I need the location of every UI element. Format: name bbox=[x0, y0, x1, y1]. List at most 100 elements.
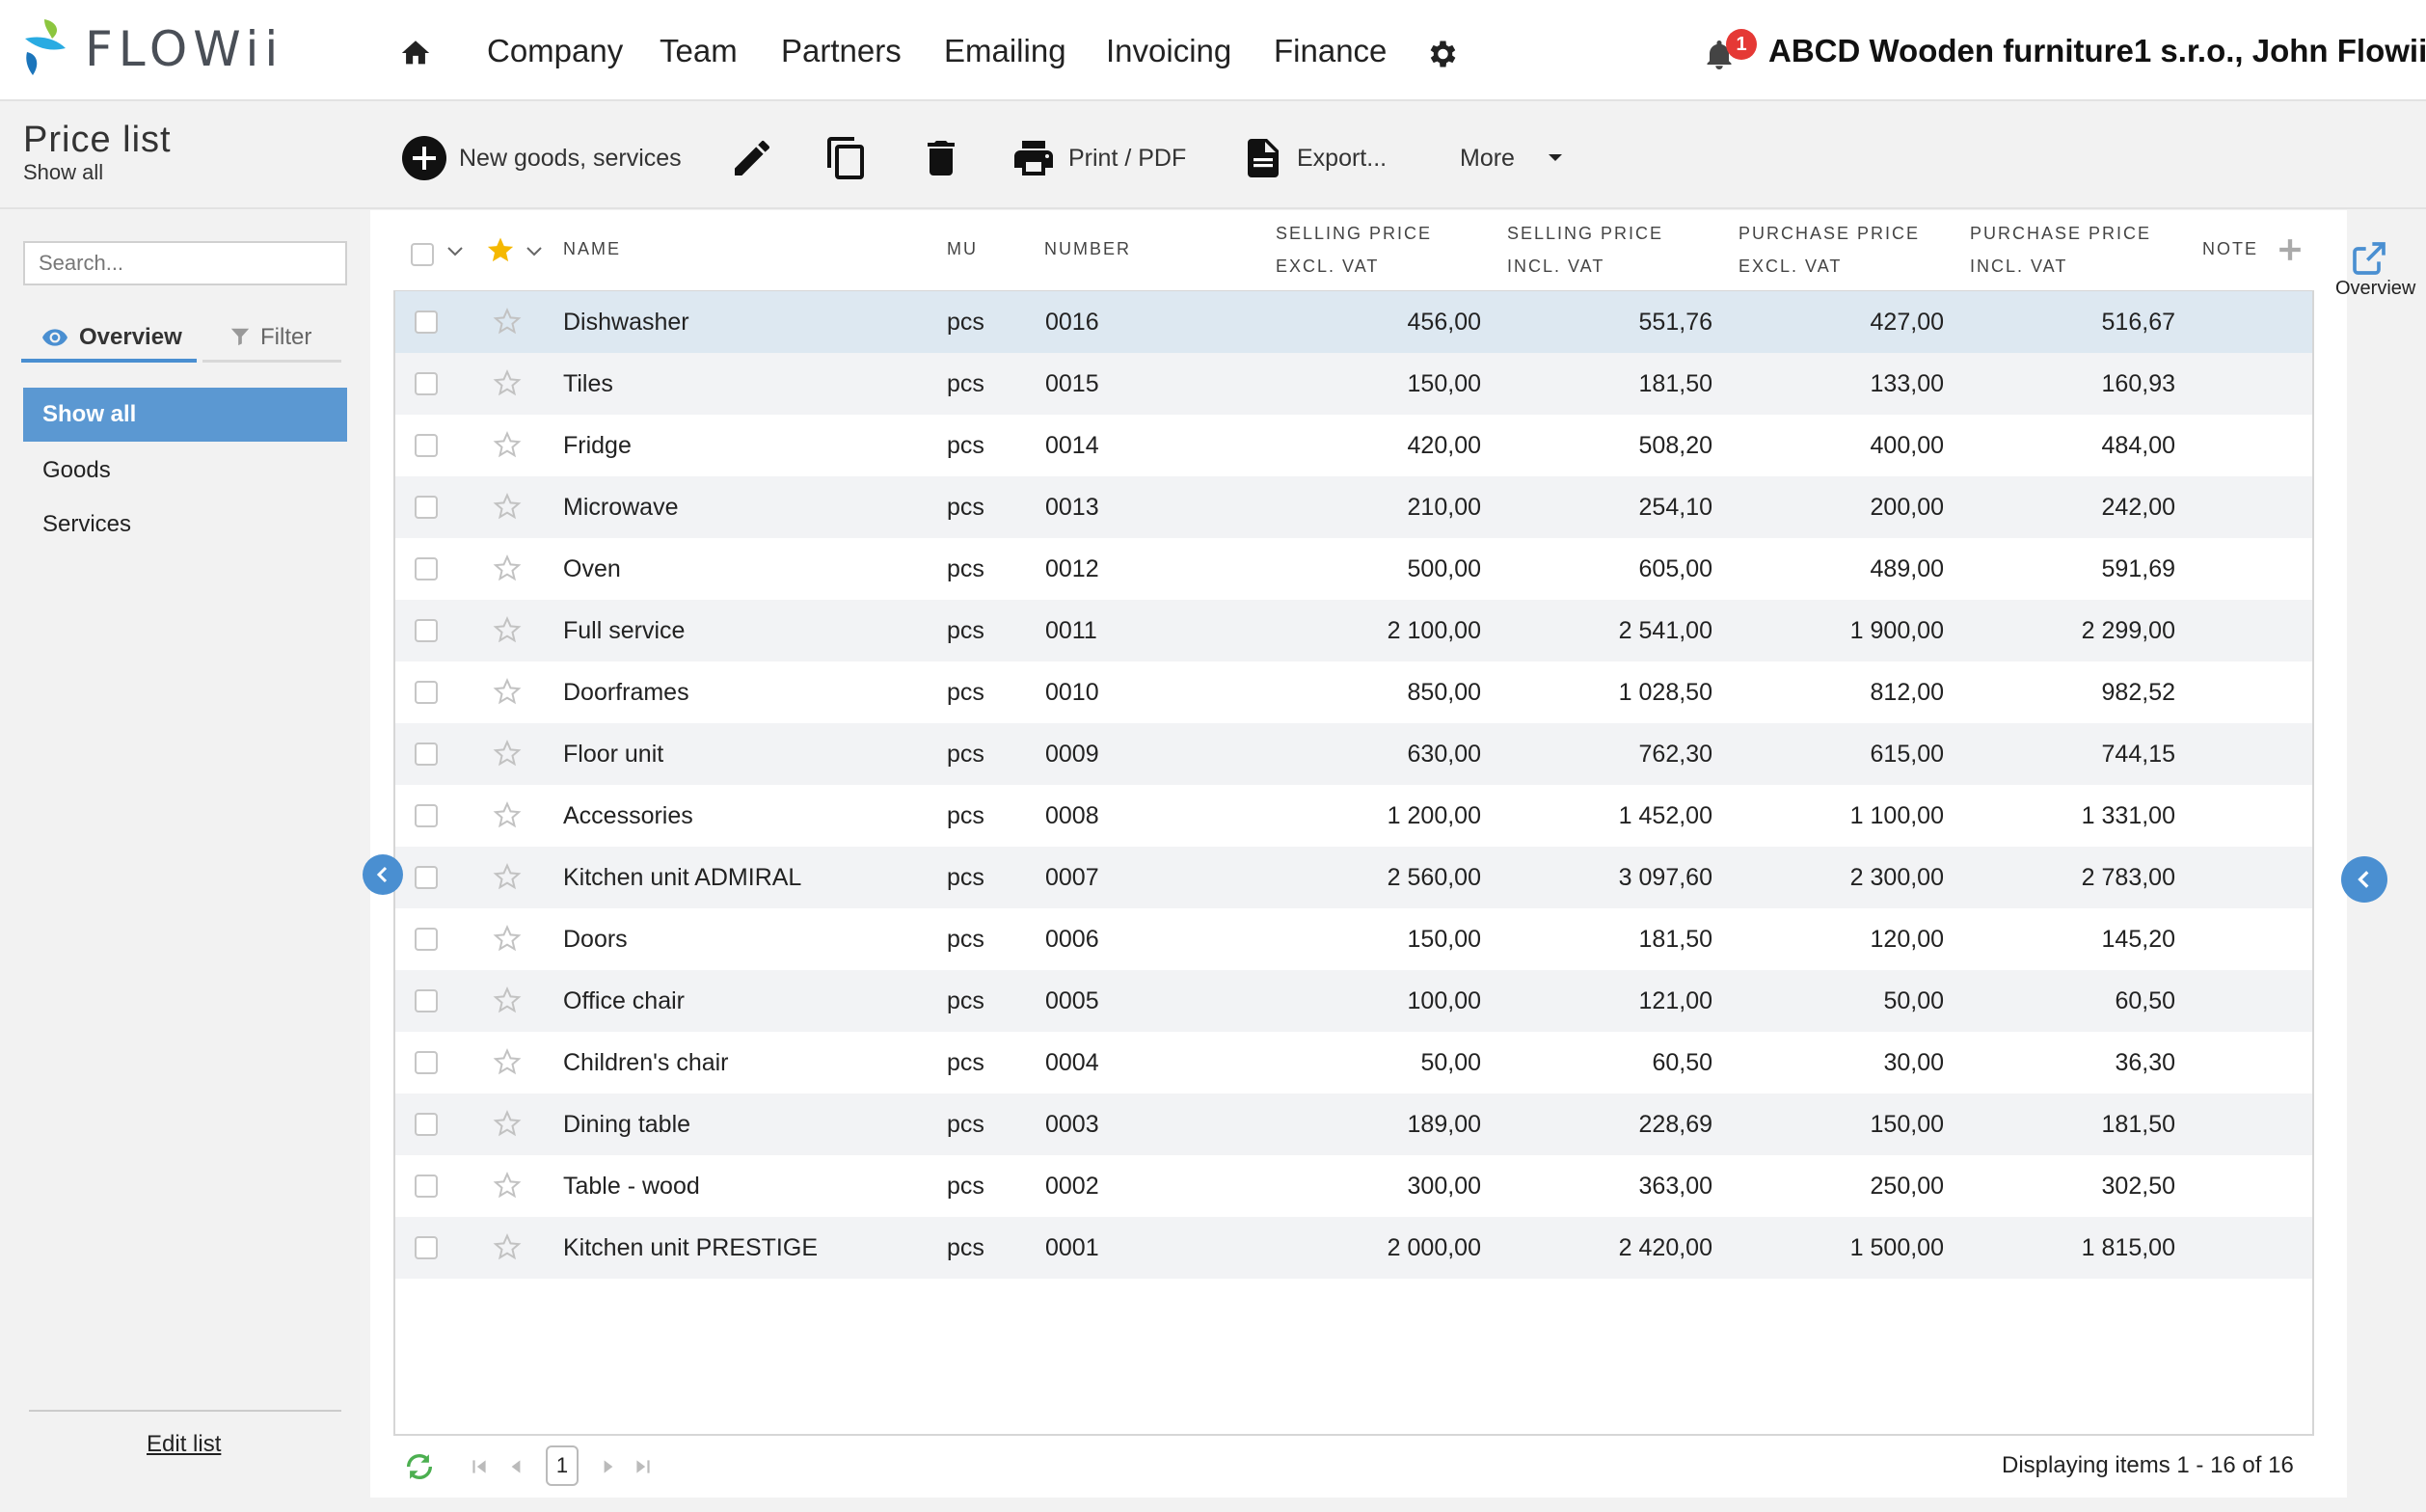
sidebar-item-goods[interactable]: Goods bbox=[42, 457, 111, 484]
star-outline-icon[interactable] bbox=[493, 924, 522, 953]
tab-filter[interactable]: Filter bbox=[202, 318, 341, 363]
star-outline-icon[interactable] bbox=[493, 986, 522, 1014]
table-row[interactable]: Full service pcs 0011 2 100,00 2 541,00 1 900… bbox=[395, 600, 2312, 662]
table-row[interactable]: Accessories pcs 0008 1 200,00 1 452,00 1 100,… bbox=[395, 785, 2312, 847]
sidebar-item-show-all[interactable]: Show all bbox=[23, 388, 347, 442]
expand-panel-button[interactable] bbox=[2341, 856, 2387, 903]
tab-overview[interactable]: Overview bbox=[21, 318, 197, 363]
table-row[interactable]: Doorframes pcs 0010 850,00 1 028,50 812,00 982… bbox=[395, 662, 2312, 723]
sidebar-item-services[interactable]: Services bbox=[42, 511, 131, 538]
row-checkbox[interactable] bbox=[415, 866, 438, 889]
table-row[interactable]: Kitchen unit ADMIRAL pcs 0007 2 560,00 3 097… bbox=[395, 847, 2312, 908]
overview-link[interactable]: Overview bbox=[2335, 278, 2415, 300]
chevron-down-icon[interactable] bbox=[526, 247, 542, 256]
cell-number: 0002 bbox=[1045, 1173, 1099, 1200]
star-outline-icon[interactable] bbox=[493, 554, 522, 582]
row-checkbox[interactable] bbox=[415, 619, 438, 642]
page-number-input[interactable]: 1 bbox=[546, 1445, 579, 1486]
column-header-purchase-price[interactable]: PURCHASE PRICE bbox=[1739, 224, 1920, 244]
star-outline-icon[interactable] bbox=[493, 492, 522, 521]
row-checkbox[interactable] bbox=[415, 1236, 438, 1259]
table-row[interactable]: Fridge pcs 0014 420,00 508,20 400,00 484,00 bbox=[395, 415, 2312, 476]
nav-emailing[interactable]: Emailing bbox=[944, 33, 1066, 69]
table-row[interactable]: Doors pcs 0006 150,00 181,50 120,00 145,20 bbox=[395, 908, 2312, 970]
select-all-checkbox[interactable] bbox=[411, 243, 434, 266]
star-outline-icon[interactable] bbox=[493, 862, 522, 891]
star-outline-icon[interactable] bbox=[493, 1109, 522, 1138]
column-header-note[interactable]: NOTE bbox=[2202, 239, 2258, 259]
row-checkbox[interactable] bbox=[415, 989, 438, 1012]
row-checkbox[interactable] bbox=[415, 681, 438, 704]
nav-company[interactable]: Company bbox=[487, 33, 623, 69]
row-checkbox[interactable] bbox=[415, 1051, 438, 1074]
edit-pencil-icon[interactable] bbox=[729, 135, 775, 181]
star-outline-icon[interactable] bbox=[493, 800, 522, 829]
table-row[interactable]: Floor unit pcs 0009 630,00 762,30 615,00 744,1… bbox=[395, 723, 2312, 785]
add-column-plus-icon[interactable] bbox=[2278, 237, 2303, 262]
row-checkbox[interactable] bbox=[415, 310, 438, 334]
row-checkbox[interactable] bbox=[415, 372, 438, 395]
table-row[interactable]: Kitchen unit PRESTIGE pcs 0001 2 000,00 2 42… bbox=[395, 1217, 2312, 1279]
star-outline-icon[interactable] bbox=[493, 1171, 522, 1200]
row-checkbox[interactable] bbox=[415, 928, 438, 951]
print-pdf-button[interactable]: Print / PDF bbox=[1068, 145, 1186, 173]
star-outline-icon[interactable] bbox=[493, 307, 522, 336]
export-button[interactable]: Export... bbox=[1297, 145, 1387, 173]
more-button[interactable]: More bbox=[1460, 145, 1515, 173]
external-link-icon[interactable] bbox=[2349, 239, 2389, 278]
add-circle-icon[interactable] bbox=[401, 135, 447, 181]
nav-partners[interactable]: Partners bbox=[781, 33, 902, 69]
nav-finance[interactable]: Finance bbox=[1274, 33, 1387, 69]
row-checkbox[interactable] bbox=[415, 496, 438, 519]
chevron-down-icon[interactable] bbox=[1547, 152, 1564, 164]
table-row[interactable]: Office chair pcs 0005 100,00 121,00 50,00 60,5… bbox=[395, 970, 2312, 1032]
row-checkbox[interactable] bbox=[415, 742, 438, 766]
row-checkbox[interactable] bbox=[415, 1174, 438, 1198]
star-outline-icon[interactable] bbox=[493, 615, 522, 644]
row-checkbox[interactable] bbox=[415, 804, 438, 827]
last-page-icon[interactable] bbox=[633, 1456, 654, 1477]
column-header-purchase-price-incl[interactable]: PURCHASE PRICE bbox=[1970, 224, 2151, 244]
home-icon[interactable] bbox=[398, 37, 433, 69]
table-row[interactable]: Tiles pcs 0015 150,00 181,50 133,00 160,93 bbox=[395, 353, 2312, 415]
table-row[interactable]: Dining table pcs 0003 189,00 228,69 150,00 181… bbox=[395, 1094, 2312, 1155]
star-outline-icon[interactable] bbox=[493, 739, 522, 768]
nav-invoicing[interactable]: Invoicing bbox=[1106, 33, 1231, 69]
column-header-name[interactable]: NAME bbox=[563, 239, 621, 259]
export-xls-icon[interactable] bbox=[1240, 135, 1286, 181]
row-checkbox[interactable] bbox=[415, 557, 438, 580]
refresh-icon[interactable] bbox=[403, 1450, 436, 1483]
table-row[interactable]: Microwave pcs 0013 210,00 254,10 200,00 242,00 bbox=[395, 476, 2312, 538]
print-icon[interactable] bbox=[1011, 135, 1057, 181]
new-goods-button[interactable]: New goods, services bbox=[459, 145, 682, 173]
copy-icon[interactable] bbox=[823, 135, 870, 181]
star-filled-icon[interactable] bbox=[486, 235, 515, 264]
chevron-down-icon[interactable] bbox=[447, 247, 463, 256]
column-header-mu[interactable]: MU bbox=[947, 239, 978, 259]
star-outline-icon[interactable] bbox=[493, 368, 522, 397]
account-name[interactable]: ABCD Wooden furniture1 s.r.o., John Flow… bbox=[1768, 33, 2426, 69]
star-outline-icon[interactable] bbox=[493, 677, 522, 706]
table-row[interactable]: Dishwasher pcs 0016 456,00 551,76 427,00 516,6… bbox=[395, 291, 2312, 353]
table-row[interactable]: Oven pcs 0012 500,00 605,00 489,00 591,69 bbox=[395, 538, 2312, 600]
row-checkbox[interactable] bbox=[415, 434, 438, 457]
table-row[interactable]: Children's chair pcs 0004 50,00 60,50 30,00 36… bbox=[395, 1032, 2312, 1094]
column-header-selling-price-incl[interactable]: SELLING PRICE bbox=[1507, 224, 1663, 244]
delete-trash-icon[interactable] bbox=[918, 135, 964, 181]
cell-name: Doorframes bbox=[563, 679, 689, 706]
column-header-number[interactable]: NUMBER bbox=[1044, 239, 1131, 259]
edit-list-link[interactable]: Edit list bbox=[147, 1431, 221, 1458]
prev-page-icon[interactable] bbox=[505, 1456, 526, 1477]
row-checkbox[interactable] bbox=[415, 1113, 438, 1136]
star-outline-icon[interactable] bbox=[493, 1047, 522, 1076]
star-outline-icon[interactable] bbox=[493, 1232, 522, 1261]
star-outline-icon[interactable] bbox=[493, 430, 522, 459]
column-header-selling-price[interactable]: SELLING PRICE bbox=[1276, 224, 1432, 244]
first-page-icon[interactable] bbox=[469, 1456, 490, 1477]
search-input[interactable] bbox=[23, 241, 347, 285]
gear-icon[interactable] bbox=[1424, 37, 1459, 71]
nav-team[interactable]: Team bbox=[660, 33, 738, 69]
table-row[interactable]: Table - wood pcs 0002 300,00 363,00 250,00 302… bbox=[395, 1155, 2312, 1217]
collapse-sidebar-button[interactable] bbox=[363, 854, 403, 895]
next-page-icon[interactable] bbox=[598, 1456, 619, 1477]
